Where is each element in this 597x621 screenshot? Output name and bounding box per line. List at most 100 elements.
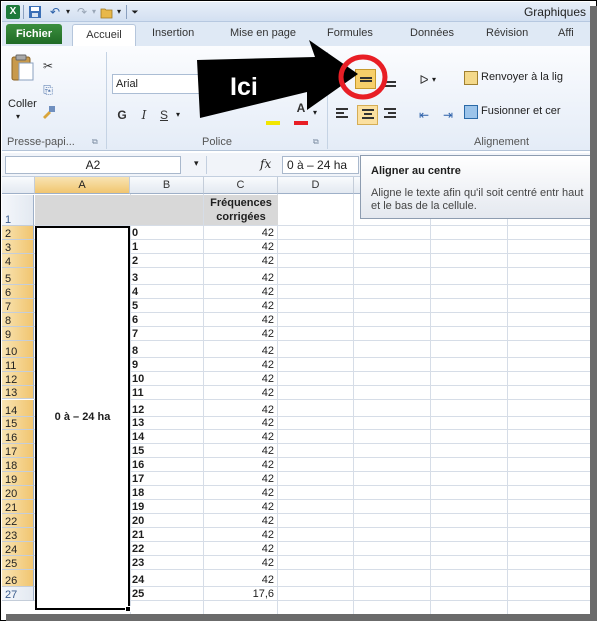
name-box[interactable]: A2 [5, 156, 181, 174]
row-header[interactable]: 4 [2, 253, 34, 268]
paste-button[interactable]: Coller [8, 98, 37, 110]
row-header[interactable]: 22 [2, 514, 34, 529]
row-header[interactable]: 23 [2, 528, 34, 543]
cell-c[interactable]: 42 [204, 241, 277, 253]
italic-button[interactable]: I [134, 105, 154, 125]
row-header[interactable]: 8 [2, 312, 34, 327]
cell-c[interactable]: 42 [204, 487, 277, 499]
cell-b[interactable]: 10 [130, 373, 203, 385]
formula-input[interactable]: 0 à – 24 ha [282, 156, 359, 174]
underline-dropdown-icon[interactable]: ▾ [176, 110, 180, 119]
cell-c[interactable]: 42 [204, 404, 277, 416]
paste-dropdown-icon[interactable]: ▾ [16, 112, 20, 121]
row-header[interactable]: 3 [2, 239, 34, 254]
redo-icon[interactable]: ↷ [75, 5, 89, 19]
cell-b[interactable]: 15 [130, 445, 203, 457]
name-box-dropdown-icon[interactable]: ▾ [194, 158, 199, 169]
merge-center-button[interactable]: Fusionner et cer [481, 105, 560, 117]
font-launcher-icon[interactable]: ⧉ [313, 137, 319, 147]
redo-dropdown-icon[interactable]: ▾ [90, 5, 98, 19]
align-left-button[interactable] [332, 105, 353, 125]
cell-b[interactable]: 8 [130, 345, 203, 357]
cell-c[interactable]: 42 [204, 445, 277, 457]
select-all-corner[interactable] [2, 177, 35, 194]
tab-donnees[interactable]: Données [410, 27, 454, 39]
row-header[interactable]: 10 [2, 340, 34, 358]
tab-mise-en-page[interactable]: Mise en page [230, 27, 296, 39]
row-header[interactable]: 17 [2, 444, 34, 459]
paste-icon[interactable] [10, 54, 36, 82]
row-header[interactable]: 25 [2, 556, 34, 570]
fill-handle[interactable] [125, 606, 131, 612]
row-header[interactable]: 5 [2, 267, 34, 285]
cell-b[interactable]: 7 [130, 328, 203, 340]
tab-formules[interactable]: Formules [327, 27, 373, 39]
undo-dropdown-icon[interactable]: ▾ [64, 5, 72, 19]
cell-b[interactable]: 1 [130, 241, 203, 253]
cell-c[interactable]: 42 [204, 286, 277, 298]
cell-b[interactable]: 9 [130, 359, 203, 371]
column-header-c[interactable]: C [204, 177, 278, 194]
cell-b[interactable]: 3 [130, 272, 203, 284]
row-header[interactable]: 15 [2, 416, 34, 431]
clipboard-launcher-icon[interactable]: ⧉ [92, 137, 98, 147]
row-header[interactable]: 6 [2, 284, 34, 299]
worksheet-grid[interactable]: A B C D Fréquences corrigées 1 2 0 42 3 1 42 4 2… [2, 177, 590, 620]
cell-b[interactable]: 22 [130, 543, 203, 555]
row-header[interactable]: 9 [2, 326, 34, 341]
cell-c[interactable]: 42 [204, 501, 277, 513]
decrease-indent-icon[interactable]: ⇤ [414, 105, 434, 125]
column-header-d[interactable]: D [278, 177, 354, 194]
column-header-a[interactable]: A [35, 177, 130, 194]
cell-b[interactable]: 12 [130, 404, 203, 416]
tab-fichier[interactable]: Fichier [6, 24, 62, 44]
cell-b[interactable]: 25 [130, 588, 203, 600]
align-bottom-button[interactable] [380, 71, 401, 91]
cell-c[interactable]: 42 [204, 314, 277, 326]
cell-c[interactable]: 42 [204, 417, 277, 429]
cell-c[interactable]: 42 [204, 272, 277, 284]
cell-c[interactable]: 42 [204, 543, 277, 555]
save-icon[interactable] [28, 5, 42, 19]
cell-b[interactable]: 16 [130, 459, 203, 471]
row-header[interactable]: 24 [2, 542, 34, 556]
row-header[interactable]: 19 [2, 472, 34, 487]
row-header[interactable]: 18 [2, 458, 34, 473]
row-header[interactable]: 2 [2, 226, 34, 240]
cell-b[interactable]: 2 [130, 255, 203, 267]
cell-b[interactable]: 0 [130, 227, 203, 239]
cell-b[interactable]: 11 [130, 387, 203, 399]
bold-button[interactable]: G [112, 105, 132, 125]
cell-c[interactable]: 42 [204, 328, 277, 340]
cell-c[interactable]: 42 [204, 459, 277, 471]
highlight-color-swatch[interactable] [266, 121, 280, 125]
row-header[interactable]: 14 [2, 399, 34, 417]
row-header[interactable]: 1 [2, 195, 34, 226]
tab-affichage[interactable]: Affi [558, 27, 574, 39]
tab-insertion[interactable]: Insertion [152, 27, 194, 39]
font-color-swatch[interactable] [294, 121, 308, 125]
wrap-text-button[interactable]: Renvoyer à la lig [481, 71, 563, 83]
format-painter-icon[interactable] [38, 104, 58, 124]
cell-b[interactable]: 19 [130, 501, 203, 513]
customize-qat-icon[interactable]: ⏷ [130, 5, 140, 19]
cell-c[interactable]: 42 [204, 345, 277, 357]
cell-c[interactable]: 42 [204, 529, 277, 541]
cell-c[interactable]: 42 [204, 515, 277, 527]
column-header-b[interactable]: B [130, 177, 204, 194]
cell-b[interactable]: 17 [130, 473, 203, 485]
cell-b[interactable]: 5 [130, 300, 203, 312]
underline-button[interactable]: S [154, 105, 174, 125]
cell-c[interactable]: 42 [204, 557, 277, 569]
cut-icon[interactable]: ✂ [38, 56, 58, 76]
insert-function-icon[interactable]: fx [260, 157, 271, 171]
cell-c[interactable]: 42 [204, 255, 277, 267]
cell-b[interactable]: 24 [130, 574, 203, 586]
cell-c[interactable]: 42 [204, 359, 277, 371]
cell-b[interactable]: 14 [130, 431, 203, 443]
cell-b[interactable]: 13 [130, 417, 203, 429]
increase-indent-icon[interactable]: ⇥ [438, 105, 458, 125]
row-header[interactable]: 27 [2, 586, 34, 601]
cell-c[interactable]: 42 [204, 574, 277, 586]
cell-b[interactable]: 23 [130, 557, 203, 569]
